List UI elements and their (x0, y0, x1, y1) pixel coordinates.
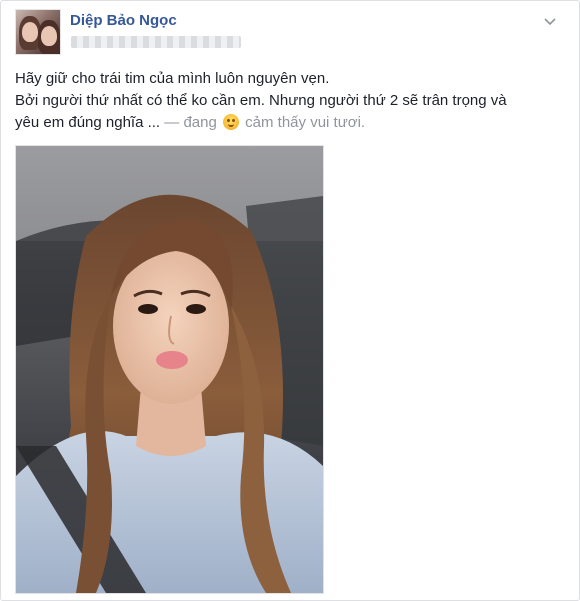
feeling-label: cảm thấy vui tươi. (245, 114, 366, 131)
post-line-3-text: yêu em đúng nghĩa ... (15, 114, 161, 131)
happy-face-icon (223, 114, 239, 130)
post-line-3: yêu em đúng nghĩa ... — đang cảm thấy vu… (15, 112, 560, 134)
feeling-separator: — đang (164, 114, 217, 131)
selfie-image (16, 146, 323, 593)
chevron-down-icon[interactable] (543, 15, 557, 29)
post-line-1: Hãy giữ cho trái tim của mình luôn nguyê… (15, 70, 330, 87)
post-header: Diệp Bảo Ngọc (15, 9, 565, 55)
post-line-2: Bởi người thứ nhất có thể ko cần em. Như… (15, 92, 507, 109)
post-card: Diệp Bảo Ngọc Hãy giữ cho trái tim của m… (0, 0, 580, 601)
author-name-link[interactable]: Diệp Bảo Ngọc (70, 12, 177, 29)
post-message: Hãy giữ cho trái tim của mình luôn nguyê… (15, 68, 560, 134)
post-timestamp-blurred (71, 36, 241, 48)
post-photo[interactable] (15, 145, 324, 594)
author-avatar[interactable] (15, 9, 61, 55)
